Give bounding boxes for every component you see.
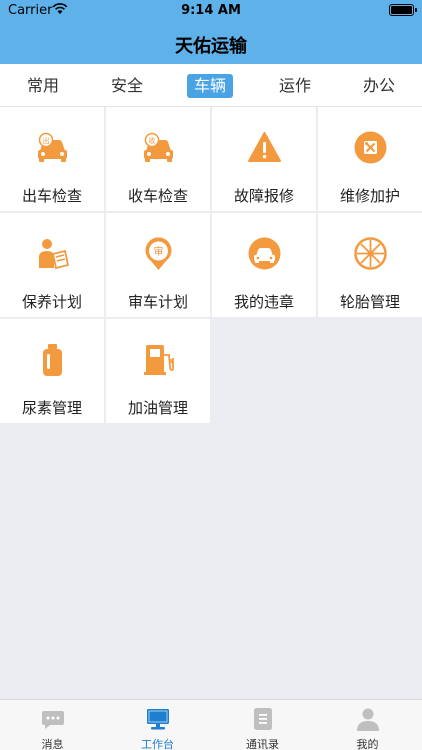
grid-item-label: 轮胎管理 (339, 293, 400, 311)
tabbar-item-profile[interactable]: 我的 (315, 700, 420, 750)
app-header: Carrier 9:14 AM 天佑运输 (0, 0, 422, 64)
grid-item-label: 审车计划 (127, 293, 188, 311)
svg-text:审: 审 (154, 245, 164, 258)
grid-item-label: 出车检查 (21, 187, 82, 205)
tabbar-label: 工作台 (141, 738, 174, 750)
inspection-badge-icon: 审 (145, 237, 172, 270)
tab-common[interactable]: 常用 (27, 74, 59, 98)
tabbar-item-workbench[interactable]: 工作台 (105, 700, 210, 750)
bottom-tab-bar: 消息 工作台 通讯录 我的 (0, 699, 422, 750)
svg-text:出: 出 (43, 136, 50, 145)
grid-item-label: 维修加护 (339, 187, 400, 205)
status-time: 9:14 AM (181, 3, 241, 18)
repair-tools-icon (354, 131, 387, 164)
tab-vehicle[interactable]: 车辆 (187, 74, 234, 98)
violation-car-icon (248, 237, 281, 270)
tabbar-label: 我的 (356, 738, 379, 750)
tire-icon (354, 237, 387, 270)
tab-safety[interactable]: 安全 (111, 74, 143, 98)
grid-item-departure-check[interactable]: 出 出车检查 (0, 107, 105, 212)
grid-item-label: 故障报修 (233, 187, 294, 205)
grid-item-fuel-management[interactable]: 加油管理 (106, 319, 211, 424)
car-return-icon: 收 (144, 132, 173, 162)
status-bar: Carrier 9:14 AM (0, 0, 422, 22)
tab-office[interactable]: 办公 (363, 74, 395, 98)
tabbar-item-messages[interactable]: 消息 (0, 700, 105, 750)
grid-item-fault-report[interactable]: 故障报修 (212, 107, 317, 212)
tabbar-label: 通讯录 (246, 738, 279, 750)
tab-operation[interactable]: 运作 (279, 74, 311, 98)
tabbar-label: 消息 (41, 738, 64, 750)
category-tabs: 常用 安全 车辆 运作 办公 (0, 64, 422, 107)
grid-item-my-violations[interactable]: 我的违章 (212, 213, 317, 318)
profile-icon (357, 708, 379, 731)
car-out-icon: 出 (38, 132, 67, 162)
fuel-pump-icon (144, 345, 174, 375)
grid-item-label: 保养计划 (21, 293, 82, 311)
warning-icon (248, 132, 281, 162)
grid-item-repair[interactable]: 维修加护 (318, 107, 422, 212)
grid-item-tire-management[interactable]: 轮胎管理 (318, 213, 422, 318)
grid-item-inspection-plan[interactable]: 审 审车计划 (106, 213, 211, 318)
workbench-icon (147, 709, 169, 730)
grid-item-label: 我的违章 (233, 293, 294, 311)
maintenance-person-icon (39, 239, 70, 270)
page-title: 天佑运输 (175, 36, 247, 57)
contacts-icon (254, 708, 272, 730)
grid-item-maintenance-plan[interactable]: 保养计划 (0, 213, 105, 318)
grid-item-label: 加油管理 (127, 399, 188, 417)
tabbar-item-contacts[interactable]: 通讯录 (210, 700, 315, 750)
battery-icon (389, 4, 417, 16)
grid-item-urea-management[interactable]: 尿素管理 (0, 319, 105, 424)
grid-item-return-check[interactable]: 收 收车检查 (106, 107, 211, 212)
grid-item-label: 尿素管理 (21, 399, 82, 417)
urea-bottle-icon (43, 344, 62, 376)
message-icon (42, 711, 64, 729)
grid-item-label: 收车检查 (127, 187, 188, 205)
svg-text:收: 收 (149, 136, 156, 145)
